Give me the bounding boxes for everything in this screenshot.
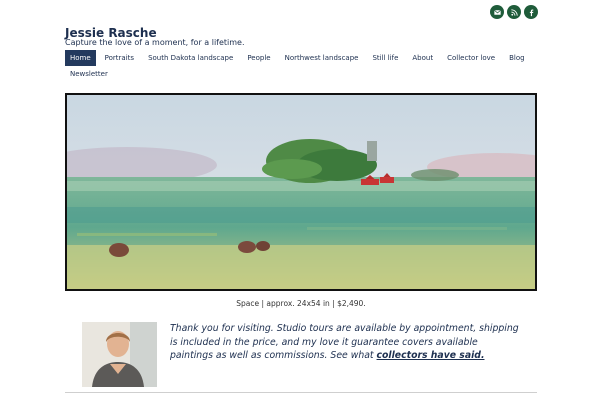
nav-item-still-life[interactable]: Still life xyxy=(367,50,403,66)
nav-item-people[interactable]: People xyxy=(242,50,275,66)
nav-item-collector-love[interactable]: Collector love xyxy=(442,50,500,66)
site-tagline: Capture the love of a moment, for a life… xyxy=(65,38,245,47)
nav-item-newsletter[interactable]: Newsletter xyxy=(65,66,113,82)
envelope-icon[interactable] xyxy=(490,5,504,19)
content-divider xyxy=(65,392,537,393)
rss-icon[interactable] xyxy=(507,5,521,19)
nav-item-portraits[interactable]: Portraits xyxy=(100,50,139,66)
welcome-message: Thank you for visiting. Studio tours are… xyxy=(170,322,522,363)
nav-item-northwest-landscape[interactable]: Northwest landscape xyxy=(280,50,364,66)
nav-item-home[interactable]: Home xyxy=(65,50,96,66)
nav-item-about[interactable]: About xyxy=(407,50,438,66)
hero-caption: Space | approx. 24x54 in | $2,490. xyxy=(236,299,366,308)
collectors-link[interactable]: collectors have said. xyxy=(377,350,485,361)
nav-item-blog[interactable]: Blog xyxy=(504,50,529,66)
social-links xyxy=(490,5,538,19)
nav-item-south-dakota-landscape[interactable]: South Dakota landscape xyxy=(143,50,238,66)
facebook-icon[interactable] xyxy=(524,5,538,19)
artist-photo xyxy=(82,322,157,387)
landscape-painting-image xyxy=(67,95,535,289)
main-navigation: Home Portraits South Dakota landscape Pe… xyxy=(65,50,535,82)
hero-painting[interactable] xyxy=(65,93,537,291)
